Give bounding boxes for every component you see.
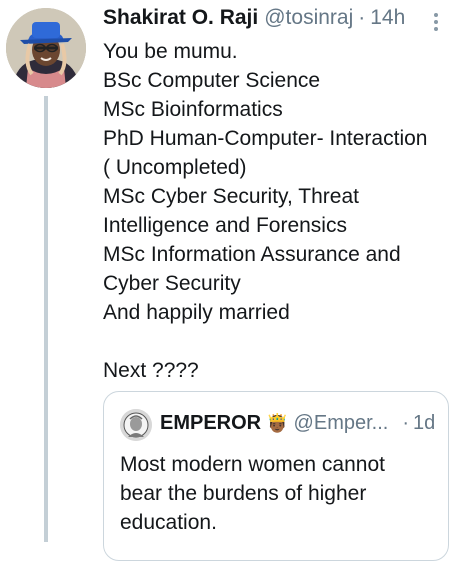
tweet-body-line: And happily married — [103, 301, 290, 324]
quoted-author-handle[interactable]: @Emper... — [294, 412, 389, 435]
profile-photo-icon — [6, 8, 86, 88]
tweet-timestamp[interactable]: 14h — [370, 6, 405, 30]
tweet-body-line: BSc Computer Science — [103, 69, 321, 92]
tweet-body-line: MSc Cyber Security, Threat — [103, 185, 359, 208]
tweet-body-line: You be mumu. — [103, 40, 238, 63]
tweet-body-line: ( Uncompleted) — [103, 156, 247, 179]
quoted-tweet-timestamp[interactable]: 1d — [413, 412, 435, 435]
tweet-body-line: Next ???? — [103, 359, 199, 382]
profile-photo-icon — [120, 409, 152, 441]
quoted-body-line: bear the burdens of higher — [120, 482, 367, 505]
thread-line — [44, 96, 48, 542]
tweet-body-line — [103, 327, 448, 356]
quoted-header-separator: · — [402, 412, 409, 434]
header-separator: · — [358, 6, 366, 29]
author-handle[interactable]: @tosinraj — [264, 6, 353, 30]
tweet[interactable]: Shakirat O. Raji @tosinraj · 14h You be … — [0, 0, 457, 561]
tweet-header: Shakirat O. Raji @tosinraj · 14h — [103, 6, 405, 34]
quoted-body-line: Most modern women cannot — [120, 453, 385, 476]
tweet-body-line: Intelligence and Forensics — [103, 214, 347, 237]
quoted-body-line: education. — [120, 511, 217, 534]
author-avatar[interactable] — [6, 8, 86, 88]
quoted-tweet-body: Most modern women cannot bear the burden… — [120, 450, 440, 537]
tweet-body-line: Cyber Security — [103, 272, 241, 295]
tweet-body-line: MSc Bioinformatics — [103, 98, 283, 121]
quoted-author-avatar[interactable] — [120, 409, 152, 441]
more-vertical-icon[interactable] — [428, 10, 444, 34]
author-name[interactable]: Shakirat O. Raji — [103, 6, 258, 30]
quoted-tweet-header: EMPEROR 🤴🏾 @Emper... · 1d — [160, 412, 440, 435]
prince-emoji-icon: 🤴🏾 — [266, 413, 289, 433]
tweet-body: You be mumu. BSc Computer Science MSc Bi… — [103, 37, 448, 385]
quoted-author-name[interactable]: EMPEROR — [160, 412, 261, 435]
tweet-body-line: PhD Human-Computer- Interaction — [103, 127, 428, 150]
quoted-tweet-card[interactable]: EMPEROR 🤴🏾 @Emper... · 1d Most modern wo… — [103, 391, 449, 561]
tweet-body-line: MSc Information Assurance and — [103, 243, 401, 266]
